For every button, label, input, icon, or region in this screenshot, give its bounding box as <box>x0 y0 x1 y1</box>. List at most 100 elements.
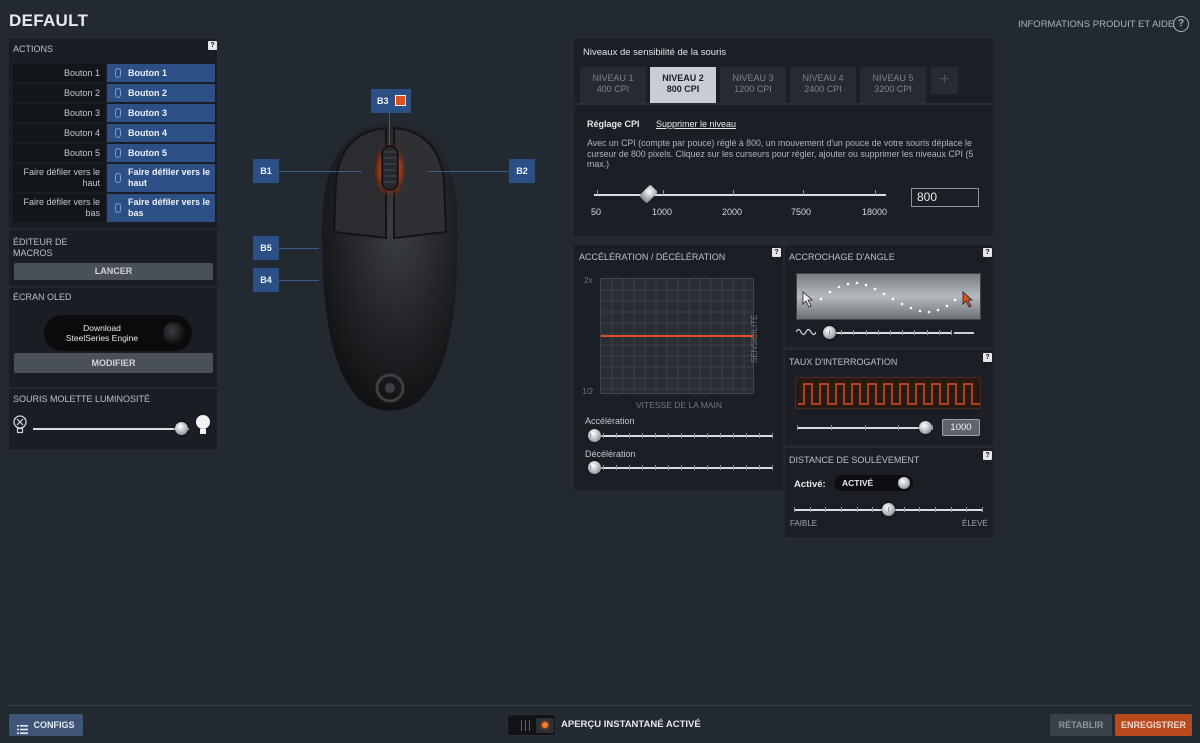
cpi-slider-track[interactable] <box>594 194 886 196</box>
tick <box>694 433 695 438</box>
action-assignment[interactable]: Bouton 5 <box>107 144 215 162</box>
tick <box>950 507 952 512</box>
tick <box>864 425 866 430</box>
tick <box>616 465 617 470</box>
action-assignment[interactable]: Bouton 3 <box>107 104 215 122</box>
mouse-icon <box>115 173 121 183</box>
brightness-title: SOURIS MOLETTE LUMINOSITÉ <box>13 394 151 404</box>
action-assignment[interactable]: Faire défiler vers le bas <box>107 194 215 222</box>
brightness-slider-handle[interactable] <box>175 422 189 435</box>
tick <box>707 465 708 470</box>
cpi-slider-handle[interactable] <box>638 184 659 204</box>
action-row-4[interactable]: Bouton 4 Bouton 4 <box>13 124 215 142</box>
bulb-on-icon <box>194 414 212 436</box>
action-assignment[interactable]: Bouton 4 <box>107 124 215 142</box>
tick <box>797 425 798 430</box>
tabs-divider <box>574 103 993 105</box>
liftoff-toggle[interactable]: ACTIVÉ <box>834 475 913 491</box>
angle-snapping-title: ACCROCHAGE D'ANGLE <box>789 252 895 262</box>
b4-button-tag[interactable]: B4 <box>253 268 279 292</box>
tab-level-1[interactable]: NIVEAU 1 400 CPI <box>580 67 646 103</box>
tick <box>825 507 827 512</box>
polling-rate-value[interactable]: 1000 <box>942 419 980 436</box>
level-value: 800 CPI <box>666 84 700 94</box>
live-preview-toggle[interactable] <box>507 714 556 736</box>
actions-help-icon[interactable]: ? <box>208 41 217 50</box>
level-name: NIVEAU 3 <box>732 73 774 83</box>
cpi-description: Avec un CPI (compte par pouce) réglé à 8… <box>587 138 974 169</box>
active-indicator-icon <box>542 722 548 728</box>
action-label: Faire défiler vers le haut <box>13 164 105 192</box>
tick <box>902 330 904 335</box>
color-swatch-icon[interactable] <box>395 95 406 106</box>
polling-rate-preview <box>795 377 981 409</box>
action-row-3[interactable]: Bouton 3 Bouton 3 <box>13 104 215 122</box>
tick <box>865 330 867 335</box>
y-axis-label: SENSIBILITÉ <box>750 314 759 364</box>
tick <box>720 465 721 470</box>
b1-button-tag[interactable]: B1 <box>253 159 279 183</box>
tick <box>919 507 921 512</box>
cpi-scale-1000: 1000 <box>652 207 673 217</box>
live-preview-toggle-knob <box>536 718 554 733</box>
delete-level-link[interactable]: Supprimer le niveau <box>656 119 736 129</box>
cpi-value-input[interactable]: 800 <box>911 188 979 207</box>
tab-level-2[interactable]: NIVEAU 2 800 CPI <box>650 67 716 105</box>
action-assignment[interactable]: Bouton 1 <box>107 64 215 82</box>
help-icon[interactable]: ? <box>1173 16 1189 32</box>
tick <box>898 425 900 430</box>
launch-macros-button[interactable]: LANCER <box>14 263 213 280</box>
action-row-scroll-down[interactable]: Faire défiler vers le bas Faire défiler … <box>13 194 215 222</box>
tick <box>668 433 669 438</box>
list-icon <box>17 720 29 735</box>
b5-connector <box>279 248 319 249</box>
tick <box>707 433 708 438</box>
tab-level-4[interactable]: NIVEAU 4 2400 CPI <box>790 67 856 103</box>
polling-rate-help-icon[interactable]: ? <box>983 353 992 362</box>
reset-button[interactable]: RÉTABLIR <box>1050 714 1112 736</box>
action-assignment[interactable]: Bouton 2 <box>107 84 215 102</box>
liftoff-help-icon[interactable]: ? <box>983 451 992 460</box>
cpi-scale-7500: 7500 <box>791 207 812 217</box>
action-label: Bouton 1 <box>13 64 105 82</box>
b2-button-tag[interactable]: B2 <box>509 159 535 183</box>
b3-label: B3 <box>377 96 389 106</box>
configs-button[interactable]: CONFIGS <box>9 714 83 736</box>
tick <box>642 465 643 470</box>
cpi-scale-2000: 2000 <box>722 207 743 217</box>
mouse-icon <box>115 203 121 213</box>
add-level-button[interactable]: + <box>931 67 958 94</box>
acceleration-help-icon[interactable]: ? <box>772 248 781 257</box>
tab-level-3[interactable]: NIVEAU 3 1200 CPI <box>720 67 786 103</box>
tick <box>772 465 773 470</box>
tab-level-5[interactable]: NIVEAU 5 3200 CPI <box>860 67 926 103</box>
action-assignment[interactable]: Faire défiler vers le haut <box>107 164 215 192</box>
tick <box>642 433 643 438</box>
tick <box>663 190 664 195</box>
tick <box>655 465 656 470</box>
oled-dial-icon <box>163 322 185 344</box>
tick <box>733 190 734 195</box>
cpi-setting-label: Réglage CPI <box>587 119 640 129</box>
tick <box>932 425 933 430</box>
cpi-scale-18000: 18000 <box>862 207 888 217</box>
oled-download-line2: SteelSeries Engine <box>65 333 139 343</box>
modify-oled-button[interactable]: MODIFIER <box>14 353 213 373</box>
polling-rate-slider-handle[interactable] <box>919 421 932 434</box>
mouse-image <box>300 110 480 420</box>
save-button[interactable]: ENREGISTRER <box>1115 714 1192 736</box>
level-value: 1200 CPI <box>734 84 772 94</box>
action-row-2[interactable]: Bouton 2 Bouton 2 <box>13 84 215 102</box>
level-name: NIVEAU 1 <box>592 73 634 83</box>
b3-connector <box>389 113 390 145</box>
b5-button-tag[interactable]: B5 <box>253 236 279 260</box>
macro-editor-title: ÉDITEUR DE MACROS <box>13 237 68 258</box>
action-row-scroll-up[interactable]: Faire défiler vers le haut Faire défiler… <box>13 164 215 192</box>
tick <box>830 425 832 430</box>
action-row-1[interactable]: Bouton 1 Bouton 1 <box>13 64 215 82</box>
action-row-5[interactable]: Bouton 5 Bouton 5 <box>13 144 215 162</box>
brightness-slider-track[interactable] <box>33 428 189 430</box>
b3-button-tag[interactable]: B3 <box>371 89 411 113</box>
product-info-link[interactable]: INFORMATIONS PRODUIT ET AIDE <box>1018 19 1174 30</box>
angle-snapping-help-icon[interactable]: ? <box>983 248 992 257</box>
